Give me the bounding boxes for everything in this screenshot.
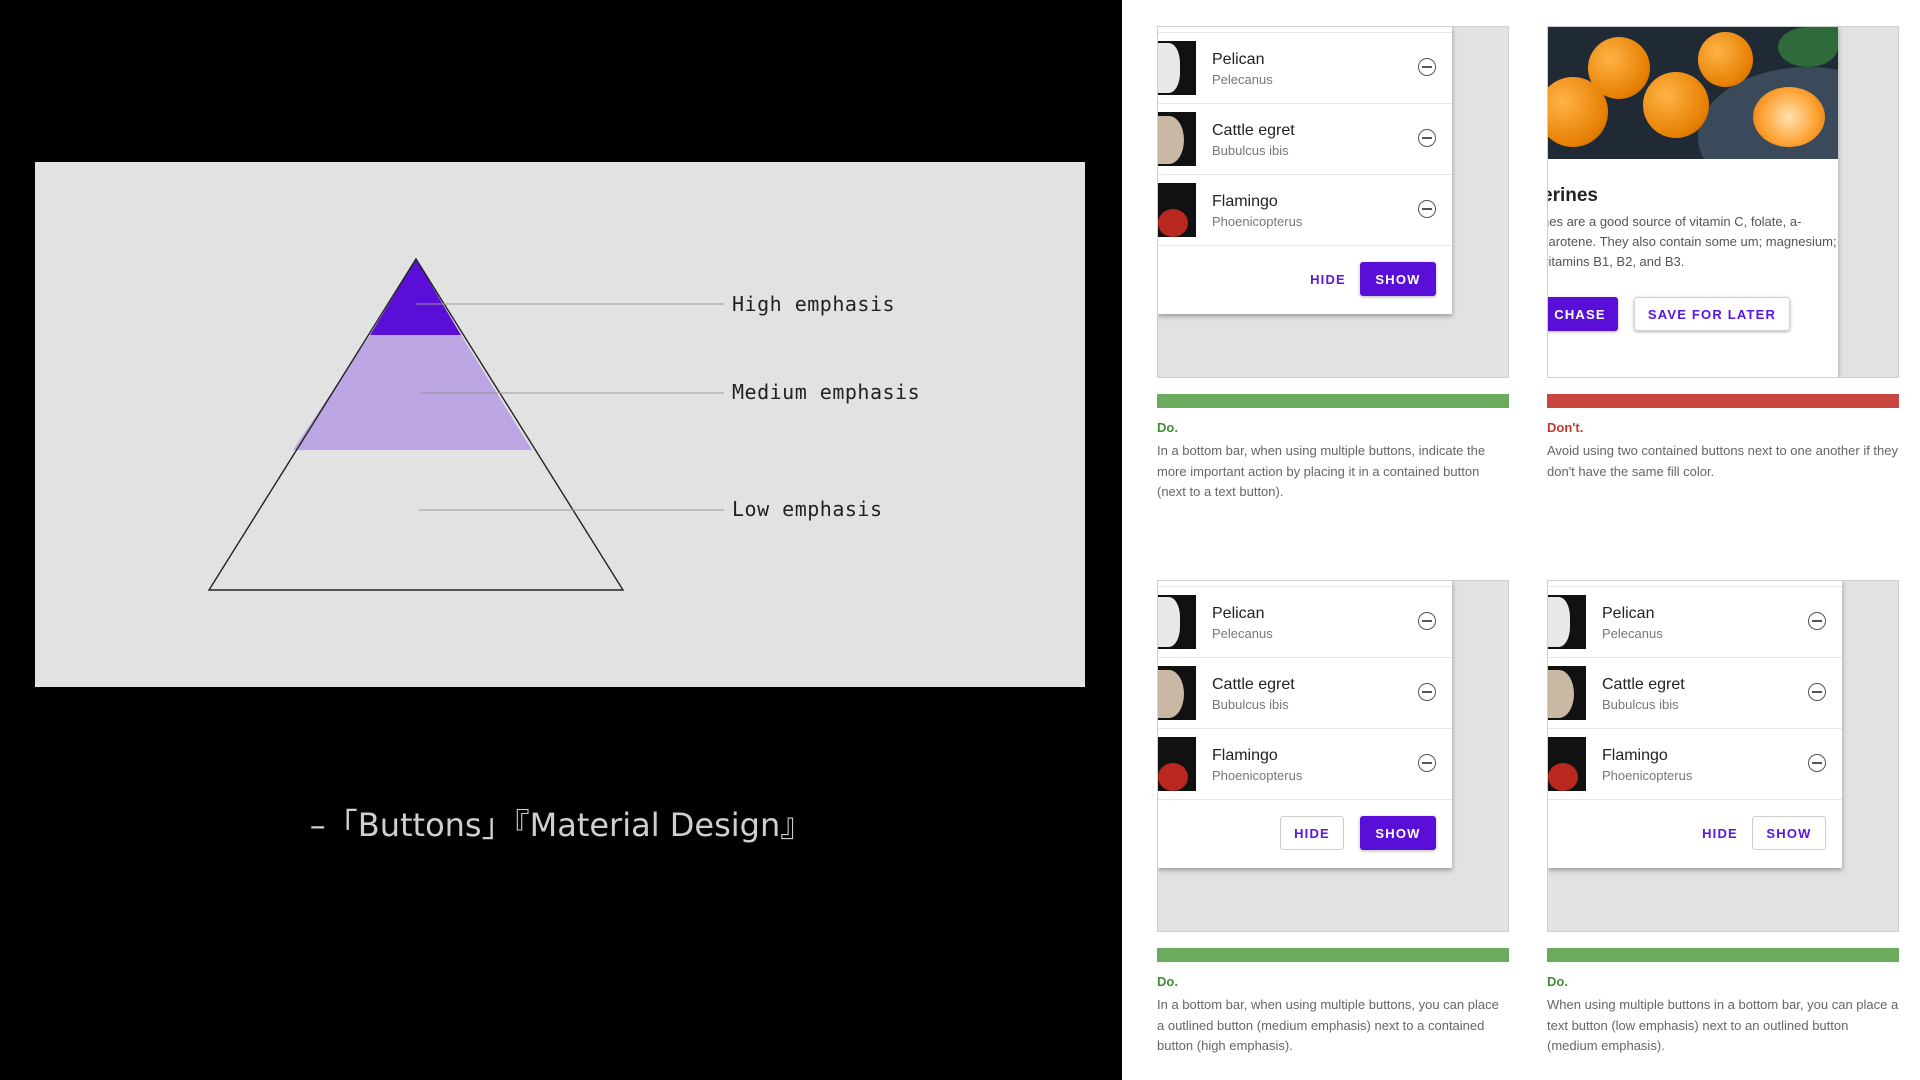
list-item-subtitle: Pelecanus	[1212, 626, 1273, 641]
pelican-thumbnail	[1158, 595, 1196, 649]
example-4-mockup: Pelican Pelecanus Cattle egret Bubulcus …	[1547, 580, 1899, 932]
flamingo-thumbnail	[1548, 737, 1586, 791]
source-quote: –「Buttons」『Material Design』	[309, 806, 813, 844]
example-4-list-card: Pelican Pelecanus Cattle egret Bubulcus …	[1548, 581, 1842, 868]
remove-circle-icon[interactable]	[1418, 129, 1436, 147]
verdict-label: Do.	[1547, 974, 1568, 989]
list-item-subtitle: Pelecanus	[1212, 72, 1273, 87]
list-item-name: Pelican	[1212, 51, 1265, 68]
example-1-mockup: Pelican Pelecanus Cattle egret Bubulcus …	[1157, 26, 1509, 378]
pyramid-high-section	[370, 259, 461, 335]
list-item[interactable]: Cattle egret Bubulcus ibis	[1548, 658, 1842, 729]
remove-circle-icon[interactable]	[1418, 683, 1436, 701]
list-item-name: Flamingo	[1212, 747, 1278, 764]
hide-button[interactable]: HIDE	[1298, 262, 1358, 296]
guideline-text: In a bottom bar, when using multiple but…	[1157, 997, 1499, 1053]
list-item[interactable]: Pelican Pelecanus	[1548, 587, 1842, 658]
example-3-mockup: Pelican Pelecanus Cattle egret Bubulcus …	[1157, 580, 1509, 932]
tangerines-card: erines nes are a good source of vitamin …	[1548, 27, 1838, 377]
cattle-egret-thumbnail	[1158, 112, 1196, 166]
example-2: erines nes are a good source of vitamin …	[1547, 26, 1899, 482]
list-item-subtitle: Pelecanus	[1602, 626, 1663, 641]
show-button[interactable]: SHOW	[1752, 816, 1826, 850]
example-2-mockup: erines nes are a good source of vitamin …	[1547, 26, 1899, 378]
pelican-thumbnail	[1548, 595, 1586, 649]
verdict-label: Do.	[1157, 420, 1178, 435]
list-item[interactable]: Pelican Pelecanus	[1158, 33, 1452, 104]
list-item[interactable]: Flamingo Phoenicopterus	[1158, 729, 1452, 800]
card-body: nes are a good source of vitamin C, fola…	[1548, 214, 1837, 269]
show-button[interactable]: SHOW	[1360, 262, 1436, 296]
remove-circle-icon[interactable]	[1808, 754, 1826, 772]
slide-right: Pelican Pelecanus Cattle egret Bubulcus …	[1122, 0, 1920, 1080]
high-emphasis-label: High emphasis	[732, 292, 896, 316]
emphasis-pyramid	[207, 257, 724, 591]
example-1: Pelican Pelecanus Cattle egret Bubulcus …	[1157, 26, 1509, 503]
flamingo-thumbnail	[1158, 183, 1196, 237]
list-item[interactable]: Flamingo Phoenicopterus	[1548, 729, 1842, 800]
hide-button[interactable]: HIDE	[1690, 816, 1750, 850]
list-item[interactable]: Cattle egret Bubulcus ibis	[1158, 658, 1452, 729]
example-1-list-card: Pelican Pelecanus Cattle egret Bubulcus …	[1158, 27, 1452, 314]
pyramid-low-section	[209, 450, 623, 590]
bottom-bar: HIDE SHOW	[1158, 246, 1452, 314]
tangerines-photo	[1548, 27, 1838, 159]
list-item[interactable]: Flamingo Phoenicopterus	[1158, 175, 1452, 246]
do-bar	[1157, 948, 1509, 962]
list-item-subtitle: Bubulcus ibis	[1212, 143, 1289, 158]
list-item[interactable]: Pelican Pelecanus	[1158, 587, 1452, 658]
list-item-name: Flamingo	[1602, 747, 1668, 764]
dont-bar	[1547, 394, 1899, 408]
remove-circle-icon[interactable]	[1418, 200, 1436, 218]
example-3: Pelican Pelecanus Cattle egret Bubulcus …	[1157, 580, 1509, 1057]
guideline-text: Avoid using two contained buttons next t…	[1547, 443, 1898, 479]
list-item-name: Cattle egret	[1602, 676, 1685, 693]
medium-emphasis-label: Medium emphasis	[732, 380, 921, 404]
remove-circle-icon[interactable]	[1418, 612, 1436, 630]
list-item-name: Cattle egret	[1212, 676, 1295, 693]
slide-left: High emphasis Medium emphasis Low emphas…	[0, 0, 1122, 1080]
remove-circle-icon[interactable]	[1808, 612, 1826, 630]
list-item-subtitle: Phoenicopterus	[1602, 768, 1693, 783]
list-item-name: Cattle egret	[1212, 122, 1295, 139]
cattle-egret-thumbnail	[1158, 666, 1196, 720]
show-button[interactable]: SHOW	[1360, 816, 1436, 850]
flamingo-thumbnail	[1158, 737, 1196, 791]
list-item-subtitle: Bubulcus ibis	[1212, 697, 1289, 712]
card-title: erines	[1548, 185, 1598, 206]
verdict-label: Do.	[1157, 974, 1178, 989]
low-emphasis-label: Low emphasis	[732, 497, 883, 521]
emphasis-pyramid-panel: High emphasis Medium emphasis Low emphas…	[35, 162, 1085, 687]
pelican-thumbnail	[1158, 41, 1196, 95]
remove-circle-icon[interactable]	[1418, 754, 1436, 772]
hide-button[interactable]: HIDE	[1280, 816, 1344, 850]
list-item-subtitle: Bubulcus ibis	[1602, 697, 1679, 712]
guideline-text: When using multiple buttons in a bottom …	[1547, 997, 1899, 1053]
list-item-name: Flamingo	[1212, 193, 1278, 210]
list-item[interactable]: Cattle egret Bubulcus ibis	[1158, 104, 1452, 175]
verdict-label: Don't.	[1547, 420, 1584, 435]
do-bar	[1547, 948, 1899, 962]
bottom-bar: HIDE SHOW	[1548, 800, 1842, 868]
bottom-bar: HIDE SHOW	[1158, 800, 1452, 868]
example-3-list-card: Pelican Pelecanus Cattle egret Bubulcus …	[1158, 581, 1452, 868]
cattle-egret-thumbnail	[1548, 666, 1586, 720]
list-item-subtitle: Phoenicopterus	[1212, 768, 1303, 783]
list-item-name: Pelican	[1212, 605, 1265, 622]
remove-circle-icon[interactable]	[1808, 683, 1826, 701]
purchase-button[interactable]: CHASE	[1548, 297, 1618, 331]
remove-circle-icon[interactable]	[1418, 58, 1436, 76]
list-item-name: Pelican	[1602, 605, 1655, 622]
do-bar	[1157, 394, 1509, 408]
guideline-text: In a bottom bar, when using multiple but…	[1157, 443, 1486, 499]
save-for-later-button[interactable]: SAVE FOR LATER	[1634, 297, 1790, 331]
list-item-subtitle: Phoenicopterus	[1212, 214, 1303, 229]
example-4: Pelican Pelecanus Cattle egret Bubulcus …	[1547, 580, 1899, 1057]
